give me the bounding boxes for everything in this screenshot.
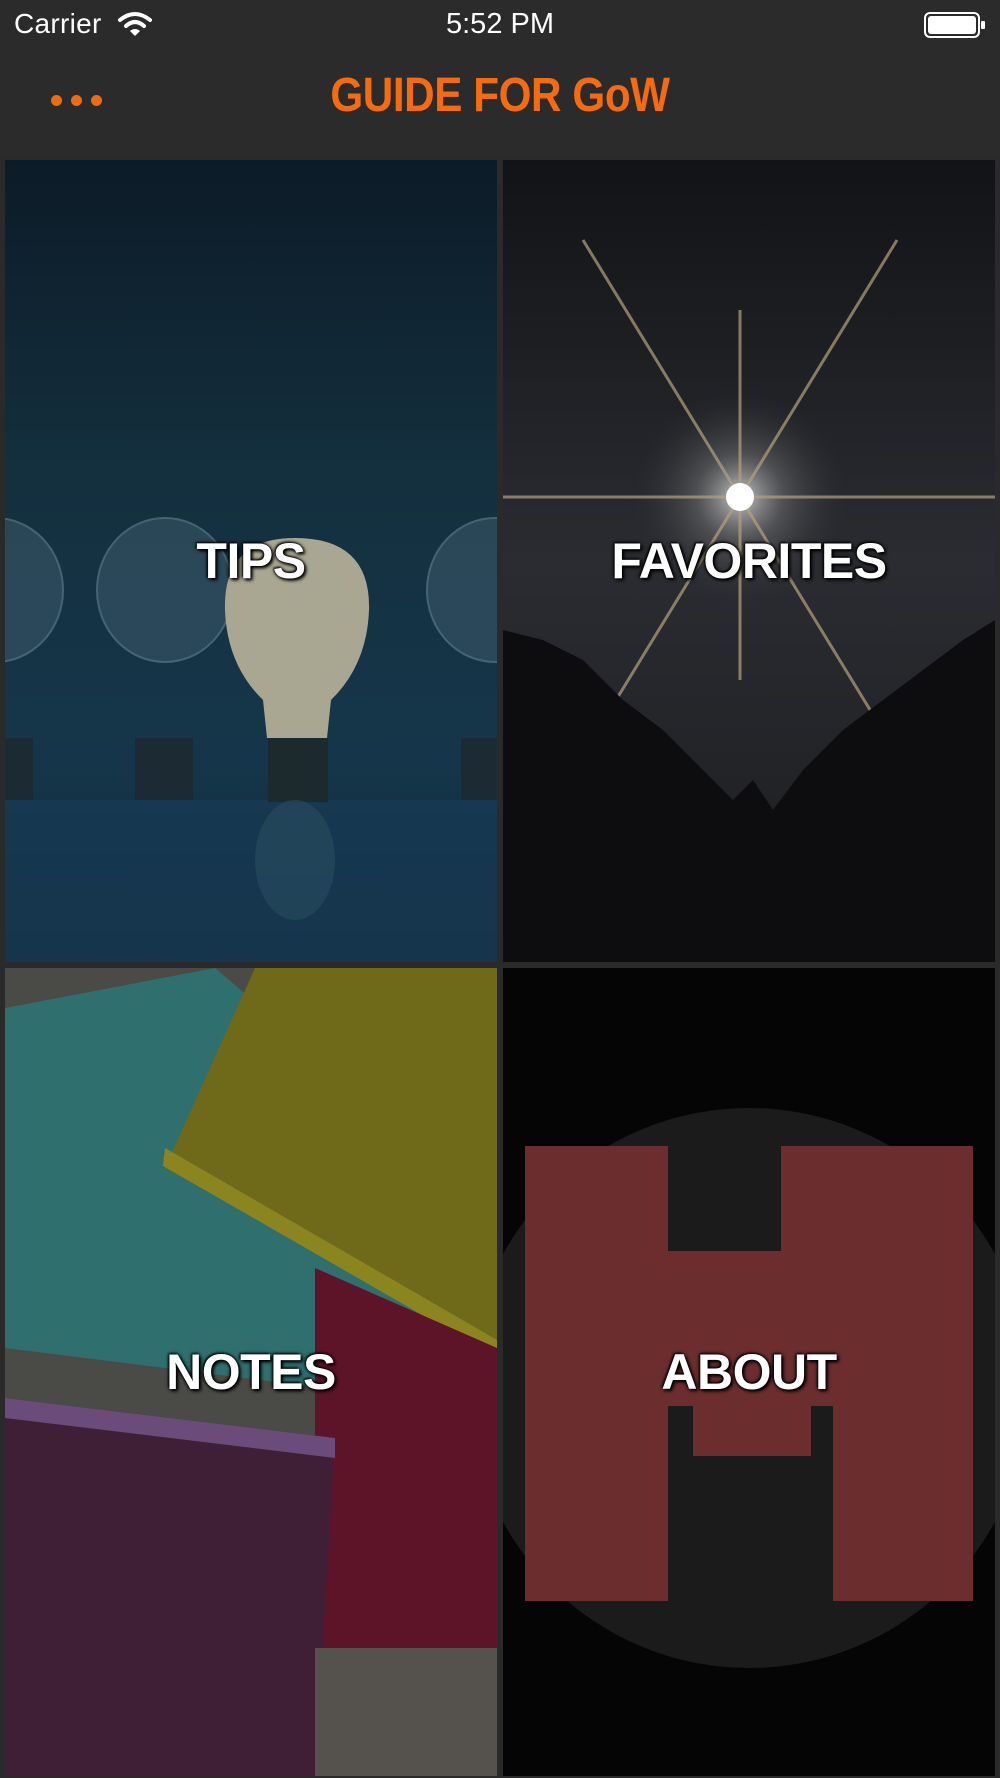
favorites-tile[interactable]: FAVORITES [503, 160, 995, 962]
tips-tile[interactable]: TIPS [5, 160, 497, 962]
favorites-label: FAVORITES [611, 533, 887, 589]
menu-grid: TIPS FAVORITES NOTES ABOUT [0, 158, 1000, 1778]
notes-tile[interactable]: NOTES [5, 968, 497, 1776]
clock: 5:52 PM [446, 8, 554, 40]
about-tile[interactable]: ABOUT [503, 968, 995, 1776]
status-bar: Carrier 5:52 PM [0, 0, 1000, 50]
tips-label: TIPS [196, 533, 306, 589]
notes-label: NOTES [166, 1344, 336, 1400]
about-label: ABOUT [661, 1344, 837, 1400]
app-title: GUIDE FOR GoW [330, 69, 670, 122]
navigation-bar: GUIDE FOR GoW [0, 50, 1000, 158]
battery-icon [924, 12, 985, 38]
